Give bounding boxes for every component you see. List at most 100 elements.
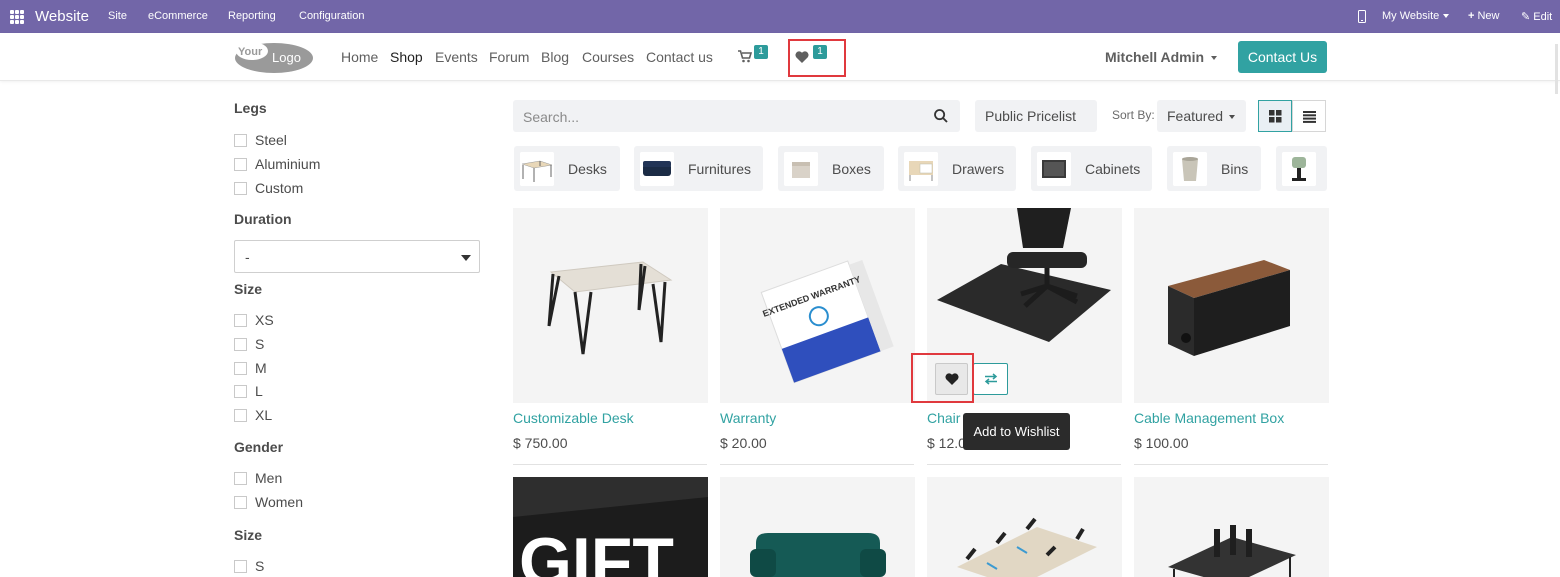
lamp-thumbnail	[1282, 152, 1316, 186]
filter-size2-s[interactable]: S	[234, 557, 264, 575]
nav-home[interactable]: Home	[341, 49, 378, 65]
conference-table-image	[927, 477, 1122, 577]
product-card[interactable]	[720, 477, 915, 577]
category-furnitures[interactable]: Furnitures	[634, 146, 763, 191]
website-switcher[interactable]: My Website	[1382, 10, 1450, 22]
cabinets-thumbnail	[1037, 152, 1071, 186]
divider	[513, 464, 707, 465]
product-card[interactable]	[927, 477, 1122, 577]
pricelist-dropdown[interactable]: Public Pricelist	[975, 100, 1097, 152]
filter-label: S	[255, 336, 265, 352]
filter-women[interactable]: Women	[234, 493, 303, 511]
sort-dropdown[interactable]: Featured	[1157, 100, 1246, 132]
checkbox[interactable]	[234, 495, 247, 509]
apps-icon[interactable]	[10, 10, 24, 24]
new-button[interactable]: + New	[1468, 10, 1500, 22]
filter-aluminium[interactable]: Aluminium	[234, 155, 320, 173]
duration-select[interactable]: -	[234, 240, 480, 273]
product-name[interactable]: Warranty	[720, 410, 915, 426]
user-menu[interactable]: Mitchell Admin	[1105, 49, 1218, 65]
heart-icon	[795, 51, 809, 63]
menu-ecommerce[interactable]: eCommerce	[148, 10, 208, 22]
nav-contact[interactable]: Contact us	[646, 49, 713, 65]
checkbox[interactable]	[234, 313, 247, 327]
product-image[interactable]: EXTENDED WARRANTY	[720, 208, 915, 403]
category-desks[interactable]: Desks	[514, 146, 620, 191]
nav-courses[interactable]: Courses	[582, 49, 634, 65]
compare-button[interactable]	[973, 363, 1008, 395]
category-lamps[interactable]	[1276, 146, 1327, 191]
cable-box-image	[1134, 208, 1329, 403]
furnitures-thumbnail	[640, 152, 674, 186]
search-input[interactable]: Search...	[513, 100, 960, 132]
filter-xl[interactable]: XL	[234, 406, 272, 424]
product-card[interactable]	[1134, 477, 1329, 577]
drawers-thumbnail	[904, 152, 938, 186]
duration-value: -	[245, 249, 250, 265]
menu-site[interactable]: Site	[108, 10, 127, 22]
filter-s[interactable]: S	[234, 335, 264, 353]
category-bins[interactable]: Bins	[1167, 146, 1261, 191]
logo[interactable]: Your Logo	[234, 39, 314, 75]
nav-events[interactable]: Events	[435, 49, 478, 65]
category-label: Desks	[568, 161, 607, 177]
svg-text:Logo: Logo	[272, 50, 301, 65]
filter-steel[interactable]: Steel	[234, 131, 287, 149]
category-drawers[interactable]: Drawers	[898, 146, 1016, 191]
product-card[interactable]: Customizable Desk $ 750.00	[513, 208, 708, 465]
admin-topbar: Website Site eCommerce Reporting Configu…	[0, 0, 1560, 33]
product-card[interactable]: EXTENDED WARRANTY Warranty $ 20.00	[720, 208, 915, 465]
list-view-button[interactable]	[1292, 100, 1326, 132]
filter-custom[interactable]: Custom	[234, 179, 303, 197]
product-price: $ 20.00	[720, 435, 767, 451]
checkbox[interactable]	[234, 361, 247, 375]
chevron-down-icon	[1229, 115, 1236, 120]
product-name[interactable]: Customizable Desk	[513, 410, 708, 426]
product-name[interactable]: Cable Management Box	[1134, 410, 1329, 426]
contact-us-button[interactable]: Contact Us	[1238, 41, 1327, 73]
chevron-down-icon	[461, 255, 471, 261]
category-cabinets[interactable]: Cabinets	[1031, 146, 1152, 191]
filter-title-size: Size	[234, 281, 263, 297]
menu-reporting[interactable]: Reporting	[228, 10, 276, 22]
nav-blog[interactable]: Blog	[541, 49, 569, 65]
checkbox[interactable]	[234, 337, 247, 351]
cart-count-badge: 1	[754, 45, 768, 59]
checkbox[interactable]	[234, 157, 247, 171]
list-view-icon	[1303, 111, 1316, 123]
grid-view-button[interactable]	[1258, 100, 1292, 132]
product-card[interactable]: GIFT	[513, 477, 708, 577]
filter-xs[interactable]: XS	[234, 311, 274, 329]
checkbox[interactable]	[234, 408, 247, 422]
desk-image	[513, 208, 708, 403]
product-image[interactable]	[513, 208, 708, 403]
edit-button[interactable]: ✎ Edit	[1521, 10, 1552, 23]
scrollbar[interactable]	[1553, 44, 1560, 94]
sort-value: Featured	[1167, 108, 1224, 124]
checkbox[interactable]	[234, 384, 247, 398]
filter-label: L	[255, 383, 263, 399]
svg-text:Your: Your	[238, 46, 263, 58]
pricelist-label: Public Pricelist	[985, 108, 1077, 124]
category-label: Drawers	[952, 161, 1005, 177]
boxes-thumbnail	[784, 152, 818, 186]
mobile-icon[interactable]	[1358, 10, 1366, 23]
product-card[interactable]: Cable Management Box $ 100.00	[1134, 208, 1329, 465]
wishlist-link[interactable]: 1	[794, 44, 834, 68]
filter-m[interactable]: M	[234, 359, 267, 377]
nav-shop[interactable]: Shop	[390, 49, 423, 65]
category-boxes[interactable]: Boxes	[778, 146, 884, 191]
filter-l[interactable]: L	[234, 382, 263, 400]
checkbox[interactable]	[234, 133, 247, 147]
cart-link[interactable]: 1	[736, 44, 772, 68]
product-image[interactable]	[1134, 208, 1329, 403]
app-title[interactable]: Website	[35, 8, 89, 25]
checkbox[interactable]	[234, 559, 247, 573]
menu-configuration[interactable]: Configuration	[299, 10, 364, 22]
checkbox[interactable]	[234, 471, 247, 485]
checkbox[interactable]	[234, 181, 247, 195]
product-price: $ 100.00	[1134, 435, 1189, 451]
search-icon[interactable]	[934, 109, 948, 123]
nav-forum[interactable]: Forum	[489, 49, 529, 65]
filter-men[interactable]: Men	[234, 469, 282, 487]
